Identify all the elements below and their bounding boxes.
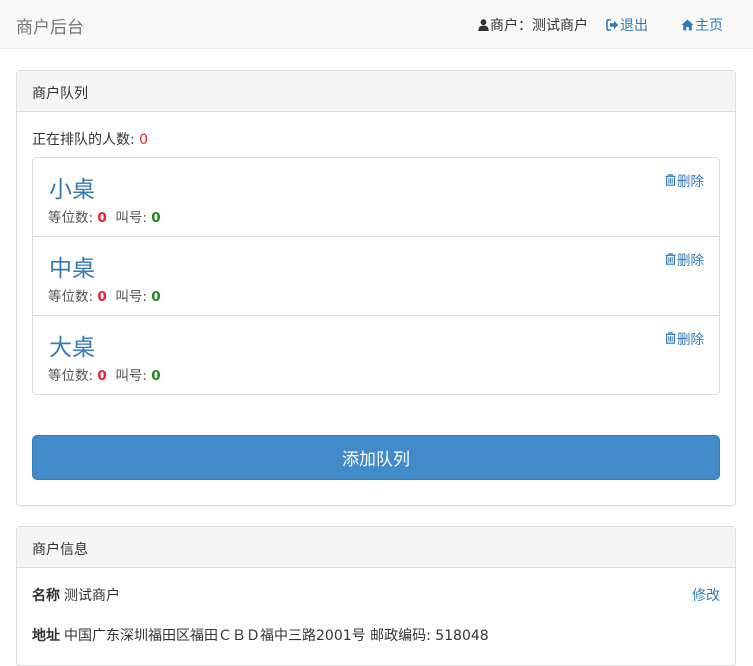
- wait-label: 等位数:: [48, 210, 98, 226]
- home-icon: [681, 19, 694, 31]
- delete-queue-button[interactable]: 删除: [665, 328, 704, 348]
- delete-label: 删除: [677, 332, 704, 348]
- user-icon: [478, 19, 489, 31]
- address-label: 地址: [32, 628, 60, 644]
- logout-link[interactable]: 退出: [606, 15, 648, 35]
- wait-label: 等位数:: [48, 368, 98, 384]
- queue-item-large: 大桌 等位数: 0 叫号: 0 删除: [33, 316, 719, 394]
- name-value: 测试商户: [64, 588, 120, 604]
- queue-count-label: 正在排队的人数:: [32, 132, 140, 148]
- queue-item-medium: 中桌 等位数: 0 叫号: 0 删除: [33, 237, 719, 316]
- add-queue-button[interactable]: 添加队列: [32, 435, 720, 480]
- edit-info-link[interactable]: 修改: [692, 585, 720, 605]
- info-panel-title: 商户信息: [17, 527, 735, 568]
- call-value: 0: [151, 210, 161, 226]
- queue-count: 正在排队的人数: 0: [32, 129, 148, 149]
- wait-label: 等位数:: [48, 289, 98, 305]
- merchant-label: 商户：测试商户: [490, 18, 588, 34]
- call-label: 叫号:: [115, 210, 152, 226]
- queue-stats: 等位数: 0 叫号: 0: [48, 364, 161, 384]
- top-navbar: 商户后台 商户：测试商户 退出 主页: [0, 0, 753, 49]
- delete-queue-button[interactable]: 删除: [665, 249, 704, 269]
- queue-name[interactable]: 大桌: [49, 328, 95, 362]
- address-value: 中国广东深圳福田区福田ＣＢＤ福中三路2001号 邮政编码: 518048: [64, 628, 489, 644]
- home-label: 主页: [695, 18, 723, 34]
- queue-panel: 商户队列 正在排队的人数: 0 小桌 等位数: 0 叫号: 0 删除 中桌 等位…: [16, 70, 736, 506]
- logout-icon: [606, 19, 619, 31]
- brand-title[interactable]: 商户后台: [16, 13, 84, 38]
- queue-list: 小桌 等位数: 0 叫号: 0 删除 中桌 等位数: 0 叫号: 0 删除 大桌…: [32, 157, 720, 395]
- queue-name[interactable]: 中桌: [49, 249, 95, 283]
- trash-icon: [665, 332, 676, 344]
- wait-value: 0: [97, 368, 107, 384]
- queue-name[interactable]: 小桌: [49, 170, 95, 204]
- queue-panel-title: 商户队列: [17, 71, 735, 112]
- delete-queue-button[interactable]: 删除: [665, 170, 704, 190]
- wait-value: 0: [97, 210, 107, 226]
- merchant-name-row: 名称 测试商户: [32, 585, 120, 605]
- home-link[interactable]: 主页: [681, 15, 723, 35]
- delete-label: 删除: [677, 174, 704, 190]
- merchant-info-panel: 商户信息 名称 测试商户 修改 地址 中国广东深圳福田区福田ＣＢＤ福中三路2001号…: [16, 526, 736, 666]
- call-label: 叫号:: [115, 368, 152, 384]
- trash-icon: [665, 174, 676, 186]
- queue-item-small: 小桌 等位数: 0 叫号: 0 删除: [33, 158, 719, 237]
- current-merchant: 商户：测试商户: [478, 15, 588, 35]
- queue-count-value: 0: [139, 132, 149, 148]
- merchant-address-row: 地址 中国广东深圳福田区福田ＣＢＤ福中三路2001号 邮政编码: 518048: [32, 625, 489, 645]
- logout-label: 退出: [620, 18, 648, 34]
- queue-stats: 等位数: 0 叫号: 0: [48, 206, 161, 226]
- wait-value: 0: [97, 289, 107, 305]
- name-label: 名称: [32, 588, 60, 604]
- call-value: 0: [151, 368, 161, 384]
- trash-icon: [665, 253, 676, 265]
- call-value: 0: [151, 289, 161, 305]
- queue-stats: 等位数: 0 叫号: 0: [48, 285, 161, 305]
- delete-label: 删除: [677, 253, 704, 269]
- call-label: 叫号:: [115, 289, 152, 305]
